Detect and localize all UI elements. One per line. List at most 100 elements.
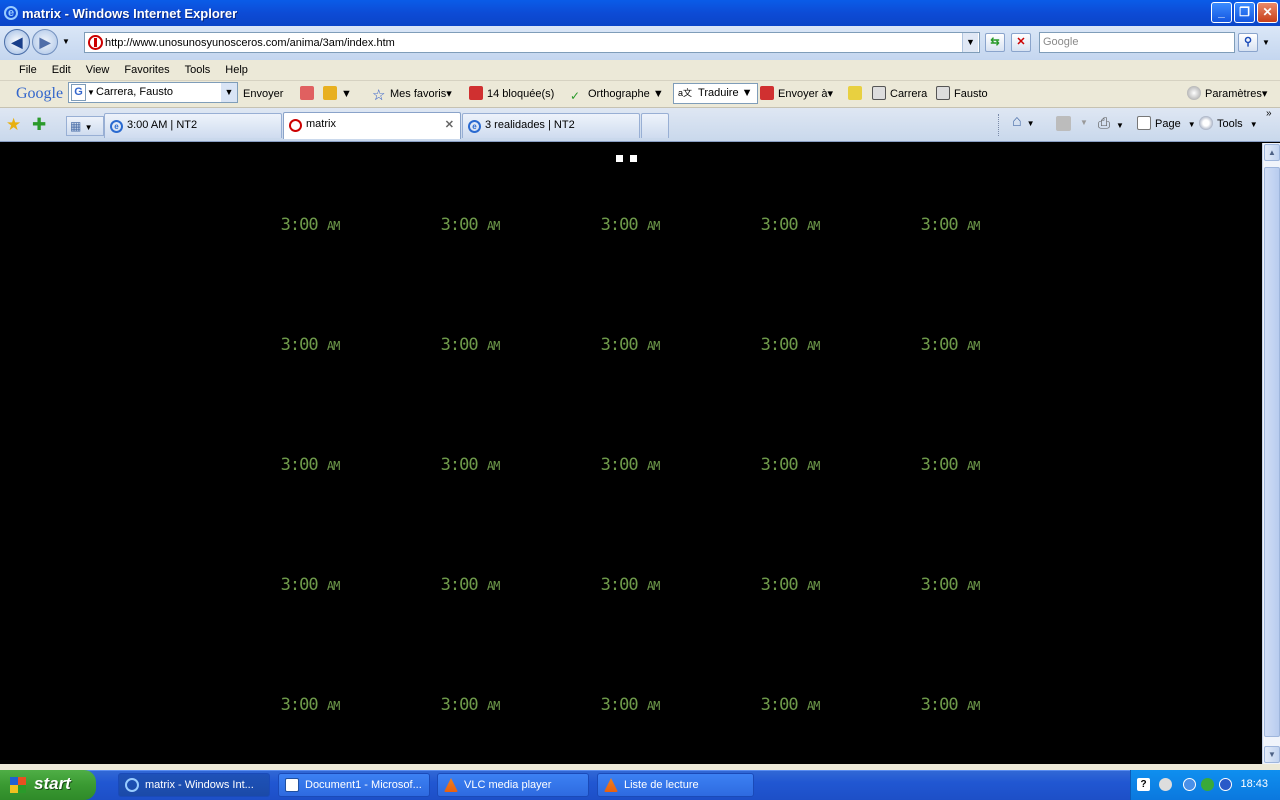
taskbar-vlc-button[interactable]: VLC media player xyxy=(437,773,589,797)
scroll-down-icon[interactable]: ▼ xyxy=(1264,746,1280,763)
antivirus-icon[interactable] xyxy=(1219,778,1232,791)
messenger-icon[interactable] xyxy=(1201,778,1214,791)
clock-text: 3:00 AM xyxy=(760,695,821,715)
stop-icon: ✕ xyxy=(1016,36,1026,48)
puzzle-icon[interactable]: ▼ xyxy=(323,85,352,103)
ie-page-icon: e xyxy=(468,120,481,133)
scroll-thumb[interactable] xyxy=(1264,167,1280,737)
clock-text: 3:00 AM xyxy=(760,215,821,235)
taskbar-ie-button[interactable]: matrix - Windows Int... xyxy=(118,773,270,797)
tab-label: 3 realidades | NT2 xyxy=(485,119,575,131)
fausto-search-button[interactable]: Fausto xyxy=(936,85,988,103)
stop-button[interactable]: ✕ xyxy=(1011,33,1031,52)
page-favicon-icon xyxy=(88,35,103,50)
popup-blocker-button[interactable]: 14 bloquée(s) xyxy=(469,85,554,103)
tab-matrix[interactable]: matrix ✕ xyxy=(283,112,461,139)
highlighter-icon[interactable] xyxy=(848,85,866,103)
envoyer-button[interactable]: Envoyer xyxy=(243,85,283,103)
address-url: http://www.unosunosyunosceros.com/anima/… xyxy=(105,36,395,49)
history-dropdown-icon[interactable]: ▼ xyxy=(62,37,70,46)
address-bar[interactable]: http://www.unosunosyunosceros.com/anima/… xyxy=(84,32,980,53)
tab-3am-nt2[interactable]: e 3:00 AM | NT2 xyxy=(104,113,282,138)
tab-label: matrix xyxy=(306,118,336,130)
translate-button[interactable]: a文 Traduire ▼ xyxy=(673,83,758,104)
tools-menu-button[interactable]: Tools ▼ xyxy=(1199,116,1258,130)
start-button[interactable]: start xyxy=(0,770,96,800)
forward-arrow-icon: ▶ xyxy=(39,33,51,50)
vertical-scrollbar[interactable]: ▲ ▼ xyxy=(1262,143,1280,764)
system-tray: ? 18:43 xyxy=(1130,770,1280,800)
home-icon[interactable]: ⌂ ▼ xyxy=(1012,113,1035,131)
refresh-button[interactable]: ⇆ xyxy=(985,33,1005,52)
search-button[interactable]: ⚲ xyxy=(1238,33,1258,52)
clock-text: 3:00 AM xyxy=(920,335,981,355)
menu-bar: File Edit View Favorites Tools Help xyxy=(0,60,1280,81)
clock-text: 3:00 AM xyxy=(920,455,981,475)
taskbar-word-button[interactable]: Document1 - Microsof... xyxy=(278,773,430,797)
window-title: matrix - Windows Internet Explorer xyxy=(22,5,238,21)
network-icon[interactable] xyxy=(1159,778,1172,791)
clock-text: 3:00 AM xyxy=(280,455,341,475)
page-dots-decoration xyxy=(616,155,640,163)
quick-tabs-button[interactable]: ▦ ▼ xyxy=(66,116,104,136)
add-favorite-icon[interactable]: ✚ xyxy=(32,115,46,135)
page-menu-button[interactable]: Page ▼ xyxy=(1137,116,1196,130)
ie-logo-icon: e xyxy=(4,6,18,20)
account-dropdown-icon[interactable]: ▼ xyxy=(221,83,237,102)
menu-view[interactable]: View xyxy=(86,64,110,76)
menu-tools[interactable]: Tools xyxy=(185,64,211,76)
print-icon[interactable]: ⎙ ▼ xyxy=(1098,115,1124,132)
mes-favoris-button[interactable]: ☆ Mes favoris▾ xyxy=(372,85,452,103)
clock-text: 3:00 AM xyxy=(600,575,661,595)
clock-text: 3:00 AM xyxy=(920,695,981,715)
menu-edit[interactable]: Edit xyxy=(52,64,71,76)
page-favicon-icon xyxy=(289,119,302,132)
clock-text: 3:00 AM xyxy=(440,335,501,355)
clock-text: 3:00 AM xyxy=(600,695,661,715)
favorites-star-icon[interactable]: ★ xyxy=(6,115,21,135)
spellcheck-button[interactable]: ✓ Orthographe ▼ xyxy=(570,85,664,103)
maximize-button[interactable]: ❐ xyxy=(1234,2,1255,23)
clock-text: 3:00 AM xyxy=(600,455,661,475)
google-account-select[interactable]: G ▼ Carrera, Fausto ▼ xyxy=(68,82,238,103)
feeds-dropdown-icon[interactable]: ▼ xyxy=(1080,118,1088,127)
ie-page-icon: e xyxy=(110,120,123,133)
new-tab-button[interactable] xyxy=(641,113,669,138)
clock-text: 3:00 AM xyxy=(280,215,341,235)
clock-text: 3:00 AM xyxy=(280,575,341,595)
google-account-name: Carrera, Fausto xyxy=(96,86,174,98)
word-icon xyxy=(285,778,299,792)
google-logo[interactable]: Google xyxy=(16,85,63,103)
back-arrow-icon: ◀ xyxy=(11,33,23,50)
taskbar-playlist-button[interactable]: Liste de lecture xyxy=(597,773,754,797)
help-icon[interactable]: ? xyxy=(1137,778,1150,791)
chevron-more-icon[interactable]: » xyxy=(1266,108,1272,119)
clock-text: 3:00 AM xyxy=(760,335,821,355)
scroll-up-icon[interactable]: ▲ xyxy=(1264,144,1280,161)
clock-text: 3:00 AM xyxy=(920,215,981,235)
feeds-icon[interactable] xyxy=(1056,116,1071,131)
minimize-button[interactable]: _ xyxy=(1211,2,1232,23)
search-options-icon[interactable]: ▼ xyxy=(1262,38,1270,47)
clock-text: 3:00 AM xyxy=(600,215,661,235)
menu-help[interactable]: Help xyxy=(225,64,248,76)
page-content xyxy=(2,143,1262,764)
forward-button[interactable]: ▶ xyxy=(32,29,58,55)
menu-favorites[interactable]: Favorites xyxy=(124,64,169,76)
carrera-search-button[interactable]: Carrera xyxy=(872,85,927,103)
close-button[interactable]: ✕ xyxy=(1257,2,1278,23)
tab-3-realidades-nt2[interactable]: e 3 realidades | NT2 xyxy=(462,113,640,138)
translate-icon: a文 xyxy=(678,88,693,98)
tab-label: 3:00 AM | NT2 xyxy=(127,119,198,131)
refresh-icon: ⇆ xyxy=(990,36,1000,48)
show-hidden-icons-icon[interactable] xyxy=(1183,778,1196,791)
parametres-button[interactable]: Paramètres▾ xyxy=(1187,85,1267,103)
search-input[interactable]: Google xyxy=(1039,32,1235,53)
address-dropdown-icon[interactable]: ▼ xyxy=(962,33,978,52)
close-tab-icon[interactable]: ✕ xyxy=(445,118,454,131)
clock-text: 3:00 AM xyxy=(600,335,661,355)
menu-file[interactable]: File xyxy=(19,64,37,76)
send-to-button[interactable]: Envoyer à▾ xyxy=(760,85,833,103)
back-button[interactable]: ◀ xyxy=(4,29,30,55)
highlight-icon[interactable] xyxy=(300,85,318,103)
